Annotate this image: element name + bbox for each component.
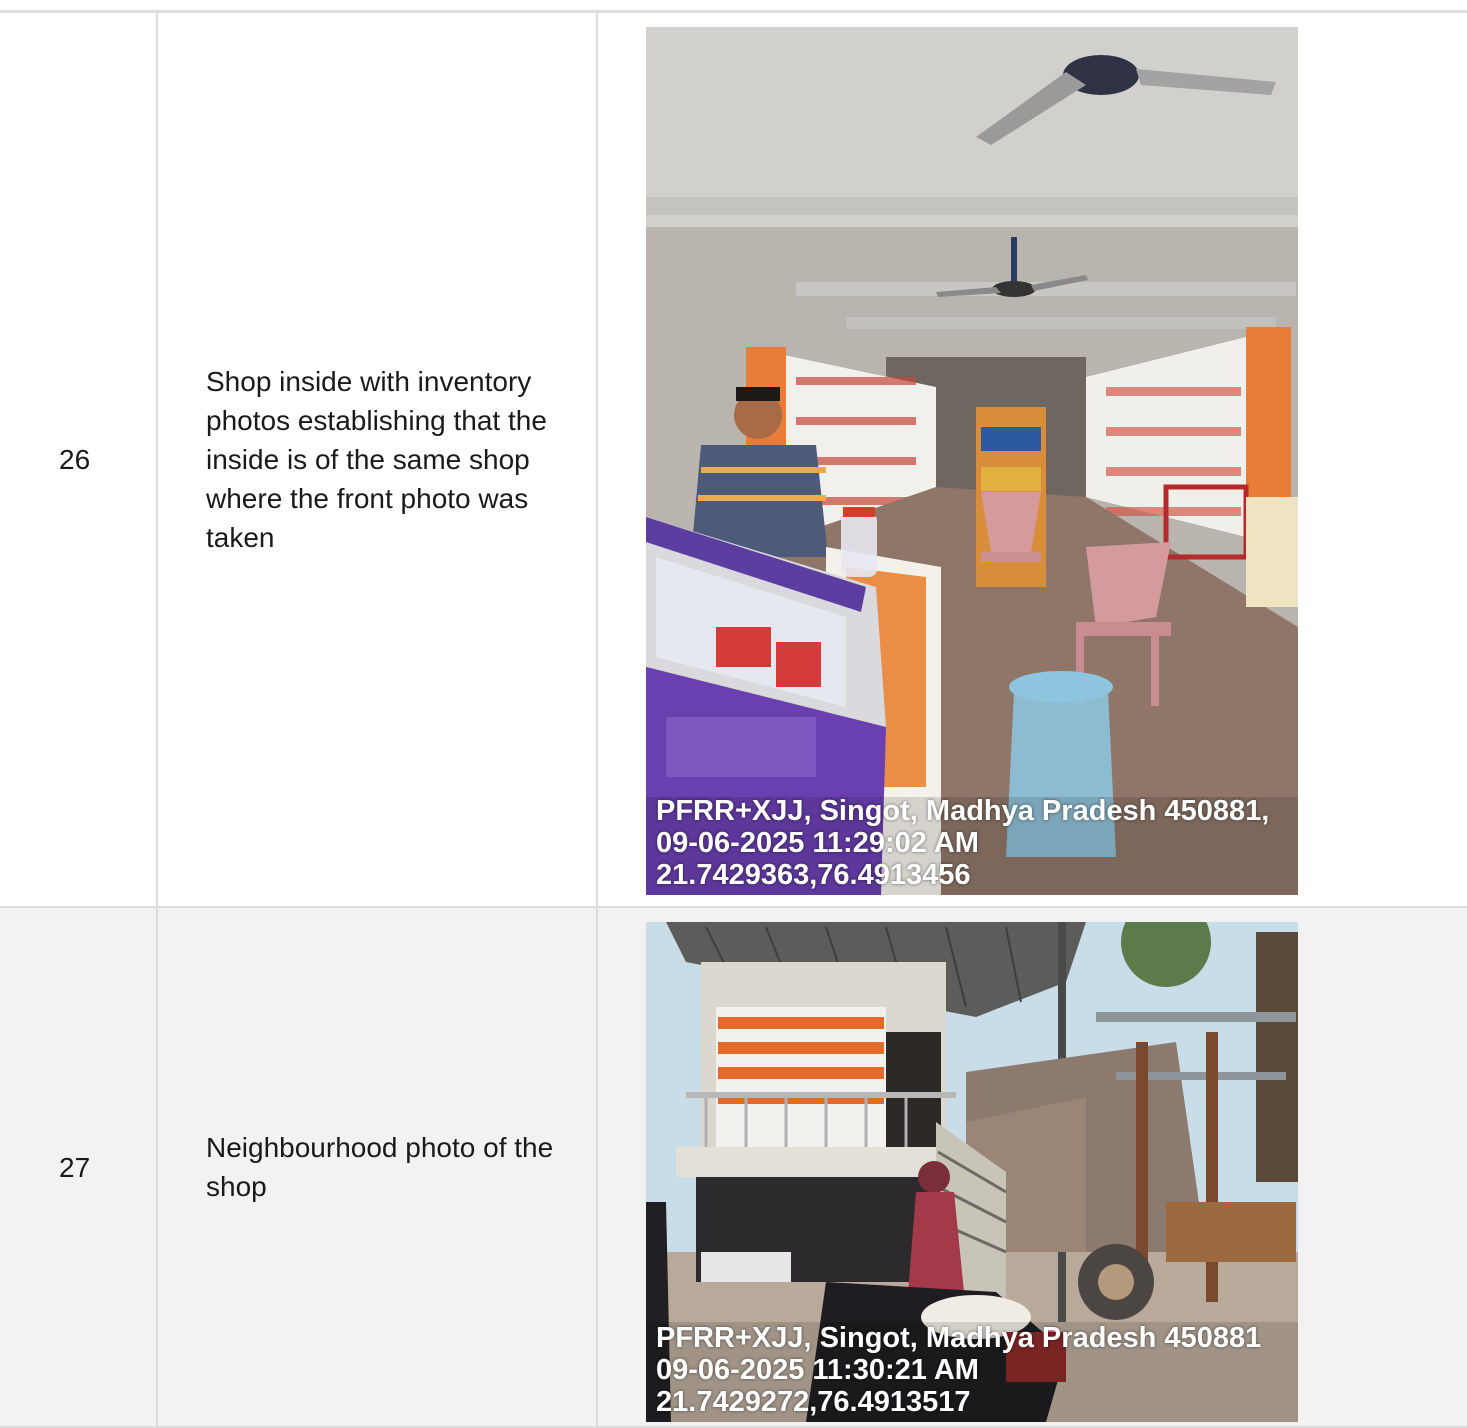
stamp-coordinates: 21.7429363,76.4913456: [656, 859, 971, 891]
shop-interior-image: [646, 27, 1298, 895]
stamp-datetime: 09-06-2025 11:29:02 AM: [656, 827, 979, 859]
photo-geotag-stamp: PFRR+XJJ, Singot, Madhya Pradesh 450881,…: [656, 795, 1269, 891]
row-number: 26: [0, 11, 158, 908]
photo-evidence-table: 26 Shop inside with inventory photos est…: [0, 11, 1467, 1428]
photo-cell: PFRR+XJJ, Singot, Madhya Pradesh 450881 …: [596, 906, 1467, 1428]
table-row: 26 Shop inside with inventory photos est…: [0, 11, 1467, 908]
row-description: Shop inside with inventory photos establ…: [156, 11, 598, 908]
photo-geotag-stamp: PFRR+XJJ, Singot, Madhya Pradesh 450881 …: [656, 1322, 1261, 1418]
table-row: 27 Neighbourhood photo of the shop PFRR+…: [0, 906, 1467, 1428]
shop-interior-photo[interactable]: PFRR+XJJ, Singot, Madhya Pradesh 450881,…: [646, 27, 1298, 895]
stamp-address: PFRR+XJJ, Singot, Madhya Pradesh 450881,: [656, 795, 1270, 827]
shop-neighbourhood-photo[interactable]: PFRR+XJJ, Singot, Madhya Pradesh 450881 …: [646, 922, 1298, 1422]
stamp-address: PFRR+XJJ, Singot, Madhya Pradesh 450881: [656, 1322, 1262, 1354]
row-number: 27: [0, 906, 158, 1428]
row-description: Neighbourhood photo of the shop: [156, 906, 598, 1428]
photo-cell: PFRR+XJJ, Singot, Madhya Pradesh 450881,…: [596, 11, 1467, 908]
stamp-coordinates: 21.7429272,76.4913517: [656, 1386, 971, 1418]
stamp-datetime: 09-06-2025 11:30:21 AM: [656, 1354, 979, 1386]
